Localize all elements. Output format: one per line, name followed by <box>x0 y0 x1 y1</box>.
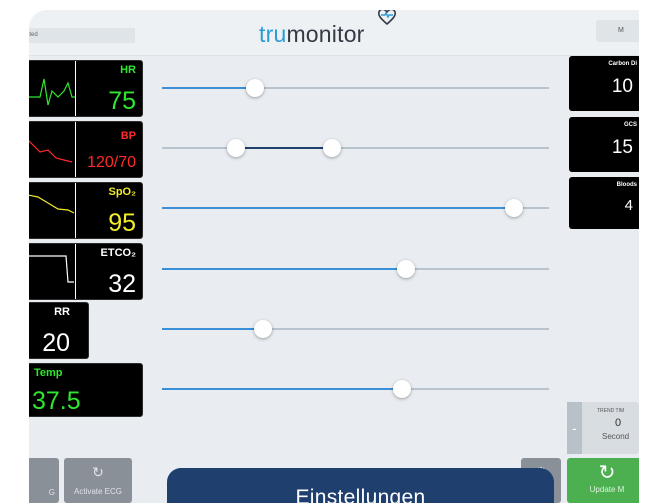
temp-value: 37.5 <box>32 387 81 415</box>
gcs-box[interactable]: GCS 15 <box>569 117 639 172</box>
bp-slider-high-handle[interactable] <box>323 139 342 157</box>
etco2-slider-handle[interactable] <box>396 260 415 278</box>
header-bar: ected trumonitor M <box>29 10 639 56</box>
bp-value: 120/70 <box>87 154 136 171</box>
bp-slider-low-handle[interactable] <box>226 139 245 157</box>
rr-label: RR <box>54 306 70 318</box>
activate-ecg-label: Activate ECG <box>73 487 122 496</box>
spo2-vital-box[interactable]: SpO₂ 95 <box>29 182 143 239</box>
rr-slider-fill <box>162 328 263 330</box>
update-monitor-label: Update M <box>589 485 625 494</box>
left-bottom-button[interactable]: G <box>29 458 59 503</box>
carbon-dioxide-label: Carbon Di <box>608 61 637 67</box>
heart-logo-icon <box>377 10 397 26</box>
etco2-slider-fill <box>162 268 406 270</box>
temp-label: Temp <box>34 367 63 379</box>
trend-time-minus-button[interactable]: - <box>567 402 582 454</box>
hr-vital-box[interactable]: HR 75 <box>29 60 143 117</box>
etco2-vital-box[interactable]: ETCO₂ 32 <box>29 243 143 300</box>
gcs-value: 15 <box>611 137 633 158</box>
refresh-icon: ↻ <box>598 462 616 484</box>
spo2-value: 95 <box>108 209 136 237</box>
activate-ecg-button[interactable]: ↻ Activate ECG <box>64 458 132 503</box>
temp-slider-handle[interactable] <box>392 380 411 398</box>
refresh-icon: ↻ <box>92 464 104 480</box>
hr-slider-handle[interactable] <box>245 79 264 97</box>
bloods-box[interactable]: Bloods 4 <box>569 177 639 229</box>
trend-time-unit: Second <box>602 432 630 441</box>
gcs-label: GCS <box>623 122 637 128</box>
monitor-screen: ected trumonitor M HR 75 BP 120/70 <box>29 10 639 503</box>
menu-button[interactable]: M <box>596 20 639 42</box>
rr-slider-handle[interactable] <box>253 320 272 338</box>
trend-time-value: 0 <box>615 417 622 429</box>
divider <box>75 61 76 116</box>
divider <box>75 183 76 238</box>
spo2-slider-fill <box>162 207 515 209</box>
bloods-label: Bloods <box>616 182 637 188</box>
hr-slider-fill <box>162 87 255 89</box>
left-bottom-button-label: G <box>48 488 55 497</box>
divider <box>75 244 76 299</box>
bp-waveform-icon <box>29 140 73 163</box>
spo2-label: SpO₂ <box>108 186 137 198</box>
update-monitor-button[interactable]: ↻ Update M <box>567 458 639 503</box>
bp-label: BP <box>120 130 136 142</box>
trumonitor-logo: trumonitor <box>259 21 365 48</box>
hr-label: HR <box>120 64 136 76</box>
capnography-waveform-icon <box>29 255 74 283</box>
trend-time-control: - TREND TIM 0 Second <box>567 402 639 454</box>
divider <box>75 122 76 177</box>
logo-monitor-text: monitor <box>286 21 365 47</box>
trend-time-label: TREND TIM <box>597 408 625 414</box>
bp-slider-track[interactable] <box>162 147 549 149</box>
pleth-waveform-icon <box>29 194 75 214</box>
etco2-label: ETCO₂ <box>100 247 136 259</box>
settings-tab[interactable]: Einstellungen <box>167 468 554 503</box>
bloods-value: 4 <box>624 197 633 214</box>
carbon-dioxide-value: 10 <box>611 76 633 97</box>
etco2-value: 32 <box>108 270 136 298</box>
scenario-selector[interactable]: ected <box>29 28 135 43</box>
app-frame: ected trumonitor M HR 75 BP 120/70 <box>0 0 647 503</box>
spo2-slider-handle[interactable] <box>505 199 524 217</box>
rr-vital-box[interactable]: RR 20 <box>29 302 89 359</box>
ecg-waveform-icon <box>29 78 76 106</box>
bp-slider-range-fill <box>235 147 333 149</box>
carbon-dioxide-box[interactable]: Carbon Di 10 <box>569 56 639 111</box>
rr-value: 20 <box>42 329 70 357</box>
hr-value: 75 <box>108 87 136 115</box>
bp-vital-box[interactable]: BP 120/70 <box>29 121 143 178</box>
logo-tru-text: tru <box>259 21 287 47</box>
temp-vital-box[interactable]: Temp 37.5 <box>29 363 143 417</box>
temp-slider-fill <box>162 388 402 390</box>
